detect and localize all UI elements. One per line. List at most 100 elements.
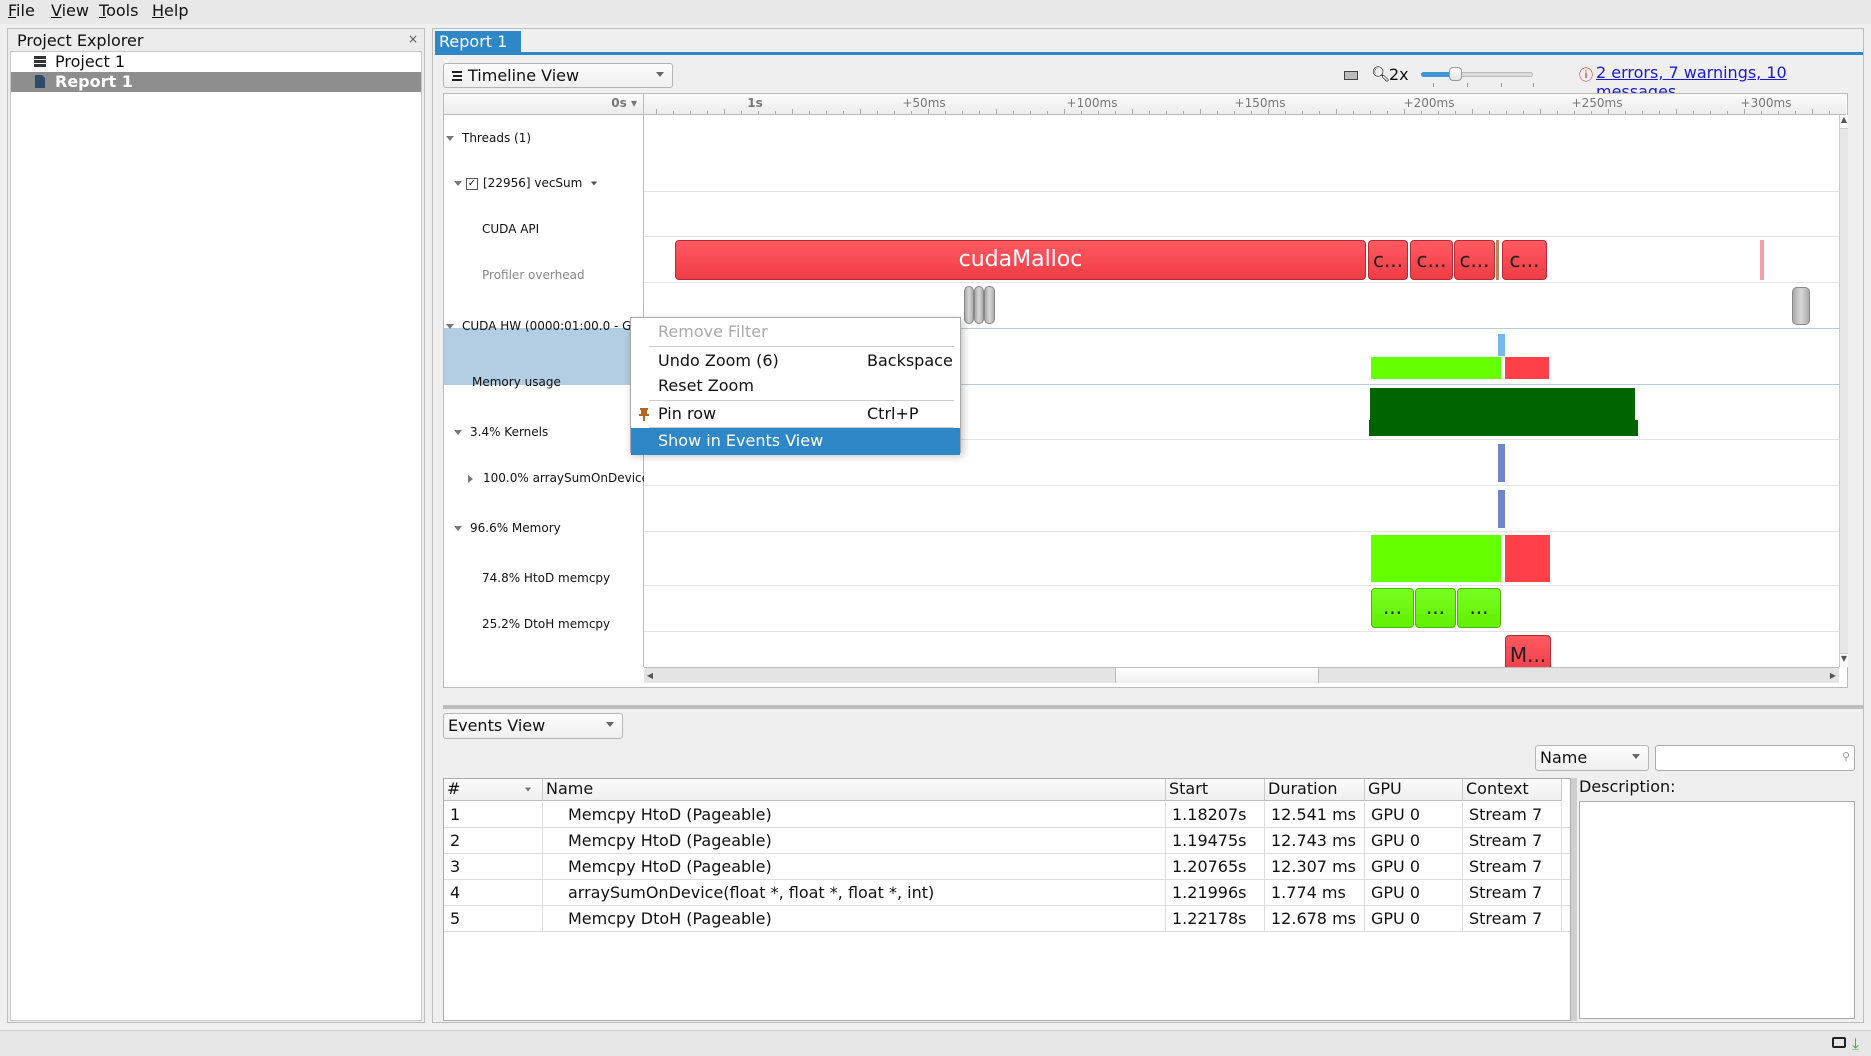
- column-header[interactable]: Start: [1166, 779, 1265, 801]
- row-threads[interactable]: Threads (1): [446, 131, 531, 145]
- row-htod-memcpy[interactable]: 74.8% HtoD memcpy: [482, 571, 610, 585]
- view-select[interactable]: Timeline View: [443, 63, 673, 88]
- chat-icon[interactable]: [1832, 1037, 1846, 1048]
- event-cuda-api[interactable]: c...: [1502, 240, 1547, 280]
- ruler-tick: [673, 111, 674, 114]
- scroll-left-icon[interactable]: ◀: [644, 668, 656, 683]
- zoom-slider[interactable]: [1421, 67, 1539, 89]
- row-profiler-overhead[interactable]: Profiler overhead: [482, 268, 585, 282]
- row-arraysumondevice[interactable]: 100.0% arraySumOnDevice: [468, 471, 644, 485]
- ruler-origin-label[interactable]: 0s ▾: [611, 96, 637, 110]
- event-profiler-overhead[interactable]: [984, 286, 995, 324]
- column-header-label: GPU: [1368, 779, 1402, 798]
- expand-icon[interactable]: [454, 526, 462, 531]
- table-row[interactable]: 5 Memcpy DtoH (Pageable) 1.22178s 12.678 ms…: [444, 906, 1570, 932]
- close-icon[interactable]: ×: [408, 32, 418, 46]
- vertical-scrollbar[interactable]: ▲ ▼: [1839, 115, 1848, 667]
- memory-dtoh-summary[interactable]: [1505, 535, 1550, 582]
- row-memory-usage[interactable]: Memory usage: [472, 375, 561, 389]
- event-cudamalloc[interactable]: cudaMalloc: [675, 240, 1366, 280]
- search-input[interactable]: ⚲: [1655, 745, 1855, 771]
- keyboard-icon[interactable]: [1344, 71, 1358, 80]
- scroll-up-icon[interactable]: ▲: [1840, 115, 1848, 129]
- memory-usage-bar-base[interactable]: [1369, 420, 1638, 436]
- row-divider: [644, 485, 1839, 486]
- kernel-event[interactable]: [1498, 444, 1505, 482]
- menu-item-undo-zoom[interactable]: Undo Zoom (6) Backspace: [631, 348, 960, 375]
- row-label: CUDA HW (0000:01:00.0 - GPU): [462, 319, 642, 333]
- description-splitter[interactable]: [1571, 778, 1577, 1021]
- download-icon[interactable]: ⤓: [1852, 1034, 1859, 1054]
- row-cuda-api[interactable]: CUDA API: [482, 222, 539, 236]
- row-cuda-hw[interactable]: CUDA HW (0000:01:00.0 - GPU): [446, 319, 642, 333]
- kernel-arraysumondevice-event[interactable]: [1498, 490, 1505, 528]
- tab-report-1[interactable]: Report 1 ×: [435, 31, 521, 70]
- table-row[interactable]: 1 Memcpy HtoD (Pageable) 1.18207s 12.541 ms…: [444, 802, 1570, 828]
- event-htod-memcpy[interactable]: ...: [1415, 588, 1456, 628]
- event-cuda-api[interactable]: c...: [1368, 240, 1408, 280]
- ruler-tick: [1319, 111, 1320, 114]
- table-cell-name: arraySumOnDevice(float *, float *, float…: [543, 880, 1166, 906]
- menu-view[interactable]: View: [51, 1, 89, 20]
- tree-item-report[interactable]: Report 1: [11, 72, 421, 92]
- row-label: Memory usage: [472, 375, 561, 389]
- expand-icon[interactable]: [454, 181, 462, 186]
- horizontal-scrollbar[interactable]: ◀ ▶: [644, 667, 1839, 683]
- description-box[interactable]: [1579, 801, 1855, 1019]
- menu-item-show-in-events-view[interactable]: Show in Events View: [631, 428, 960, 455]
- hw-htod-summary[interactable]: [1371, 357, 1501, 379]
- expand-right-icon[interactable]: [468, 474, 473, 483]
- events-table[interactable]: # Name Start Duration GPU Context 1 Memcpy Hto…: [443, 778, 1571, 1021]
- event-profiler-overhead[interactable]: [964, 286, 974, 324]
- event-htod-memcpy[interactable]: ...: [1457, 588, 1501, 628]
- menu-help[interactable]: Help: [152, 1, 188, 20]
- menu-file[interactable]: File: [8, 1, 35, 20]
- row-dtoh-memcpy[interactable]: 25.2% DtoH memcpy: [482, 617, 610, 631]
- column-header[interactable]: Context: [1463, 779, 1562, 801]
- table-row[interactable]: 3 Memcpy HtoD (Pageable) 1.20765s 12.307 ms…: [444, 854, 1570, 880]
- event-profiler-overhead[interactable]: [1792, 287, 1810, 325]
- table-cell-gpu: GPU 0: [1365, 828, 1463, 854]
- column-header[interactable]: Name: [543, 779, 1166, 801]
- menu-item-reset-zoom[interactable]: Reset Zoom: [631, 373, 960, 400]
- menu-item-pin-row[interactable]: Pin row Ctrl+P: [631, 401, 960, 428]
- row-memory[interactable]: 96.6% Memory: [454, 521, 561, 535]
- column-header[interactable]: Duration: [1265, 779, 1365, 801]
- hw-kernel-marker[interactable]: [1498, 334, 1505, 356]
- time-ruler[interactable]: 0s ▾ 1s +50ms +100ms +150ms +200ms +250ms +300…: [444, 94, 1846, 115]
- event-htod-memcpy[interactable]: ...: [1371, 588, 1414, 628]
- zoom-out-icon[interactable]: 🔍︎: [1371, 65, 1390, 83]
- row-kernels[interactable]: 3.4% Kernels: [454, 425, 548, 439]
- table-cell-index: 2: [444, 828, 543, 854]
- ruler-tick: [1421, 111, 1422, 114]
- scroll-right-icon[interactable]: ▶: [1827, 668, 1839, 683]
- column-header[interactable]: GPU: [1365, 779, 1463, 801]
- zoom-level: 2x: [1389, 65, 1409, 84]
- row-vecsum[interactable]: ✓ [22956] vecSum: [454, 176, 606, 190]
- column-header[interactable]: #: [444, 779, 543, 801]
- scrollbar-thumb[interactable]: [1115, 668, 1319, 683]
- expand-icon[interactable]: [454, 430, 462, 435]
- pane-splitter[interactable]: [443, 705, 1863, 709]
- event-cuda-api-small[interactable]: [1760, 240, 1764, 280]
- tree-item-project[interactable]: Project 1: [11, 52, 421, 72]
- event-profiler-overhead[interactable]: [974, 286, 984, 324]
- event-sync-marker[interactable]: [1496, 240, 1499, 280]
- table-row[interactable]: 2 Memcpy HtoD (Pageable) 1.19475s 12.743 ms…: [444, 828, 1570, 854]
- expand-icon[interactable]: [446, 136, 454, 141]
- ruler-origin-cell[interactable]: 0s ▾: [444, 94, 644, 115]
- checkbox[interactable]: ✓: [466, 177, 478, 190]
- table-cell-duration: 12.541 ms: [1265, 802, 1365, 828]
- memory-htod-summary[interactable]: [1371, 535, 1501, 582]
- filter-column-select[interactable]: Name: [1535, 745, 1649, 771]
- scroll-down-icon[interactable]: ▼: [1840, 653, 1848, 667]
- hw-dtoh-summary[interactable]: [1505, 357, 1549, 379]
- events-view-select[interactable]: Events View: [443, 713, 623, 739]
- event-cuda-api[interactable]: c...: [1454, 240, 1495, 280]
- chevron-down-icon[interactable]: [591, 181, 598, 186]
- slider-handle[interactable]: [1448, 67, 1462, 81]
- event-cuda-api[interactable]: c...: [1410, 240, 1453, 280]
- menu-tools[interactable]: Tools: [99, 1, 138, 20]
- table-row[interactable]: 4 arraySumOnDevice(float *, float *, floa…: [444, 880, 1570, 906]
- expand-icon[interactable]: [446, 324, 454, 329]
